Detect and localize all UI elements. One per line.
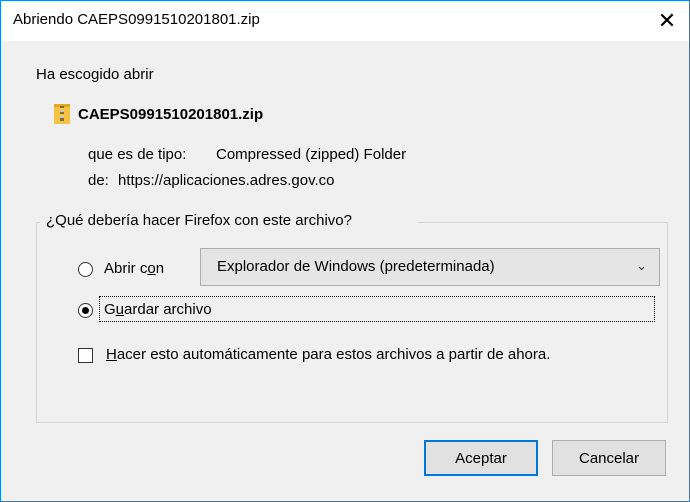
open-with-radio[interactable] <box>78 262 93 277</box>
open-with-select[interactable]: Explorador de Windows (predeterminada) ⌄ <box>200 248 660 286</box>
window-title: Abriendo CAEPS0991510201801.zip <box>13 11 260 28</box>
action-question: ¿Qué debería hacer Firefox con este arch… <box>44 212 354 229</box>
cancel-button[interactable]: Cancelar <box>552 440 666 476</box>
accept-button[interactable]: Aceptar <box>424 440 538 476</box>
open-with-app: Explorador de Windows (predeterminada) <box>217 258 495 275</box>
file-name: CAEPS0991510201801.zip <box>78 106 264 123</box>
auto-action-label[interactable]: Hacer esto automáticamente para estos ar… <box>106 346 550 363</box>
file-source-value: https://aplicaciones.adres.gov.co <box>118 172 335 189</box>
open-with-label[interactable]: Abrir con <box>104 260 164 277</box>
group-border <box>418 222 667 223</box>
close-icon[interactable]: ✕ <box>645 1 689 41</box>
chevron-down-icon: ⌄ <box>636 258 647 273</box>
zip-folder-icon <box>54 104 70 124</box>
intro-text: Ha escogido abrir <box>36 66 154 83</box>
save-file-radio[interactable] <box>78 303 93 318</box>
file-type-value: Compressed (zipped) Folder <box>216 146 407 163</box>
file-source-label: de: <box>88 172 109 189</box>
save-file-label[interactable]: Guardar archivo <box>104 301 212 318</box>
auto-action-checkbox[interactable] <box>78 348 93 363</box>
group-border <box>36 222 40 223</box>
file-type-label: que es de tipo: <box>88 146 187 163</box>
title-bar: Abriendo CAEPS0991510201801.zip ✕ <box>1 1 689 41</box>
